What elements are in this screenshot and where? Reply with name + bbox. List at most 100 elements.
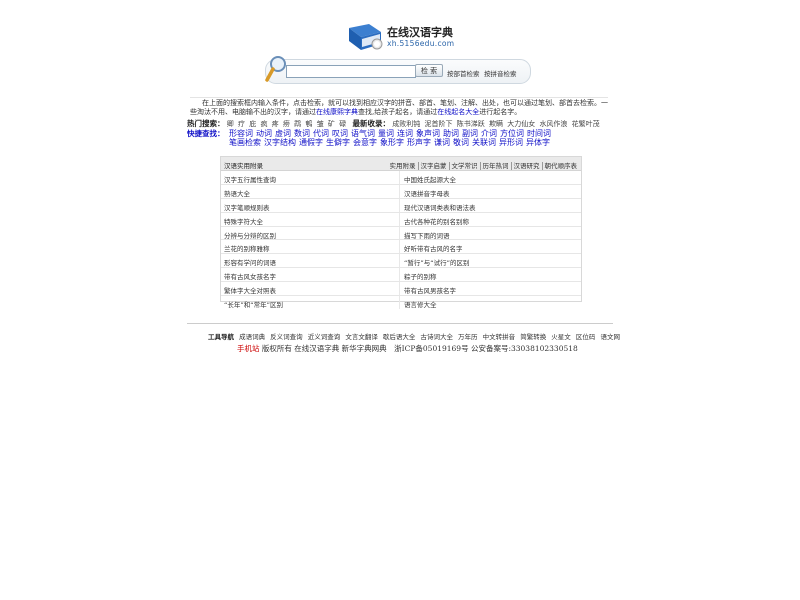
quick-link[interactable]: 异形词 — [499, 138, 523, 147]
tab-enlightenment[interactable]: 汉字启蒙 — [417, 162, 449, 170]
quick-link[interactable]: 形声字 — [407, 138, 431, 147]
recent-word[interactable]: 欺瞒 — [489, 120, 503, 128]
quick-link[interactable]: 副词 — [462, 129, 478, 138]
hot-word[interactable]: 疯 — [260, 120, 267, 128]
recent-word[interactable]: 水风作浪 — [539, 120, 567, 128]
quick-link[interactable]: 助词 — [443, 129, 459, 138]
quick-link[interactable]: 方位词 — [500, 129, 524, 138]
appendix-link[interactable]: 语言修大全 — [404, 299, 437, 309]
appendix-link[interactable]: 带有古风男孩名字 — [404, 285, 456, 295]
appendix-link[interactable]: 粽子的别称 — [404, 271, 437, 281]
hot-word[interactable]: 矿 — [328, 120, 335, 128]
appendix-link[interactable]: 熟语大全 — [224, 188, 250, 198]
quick-link[interactable]: 数词 — [294, 129, 310, 138]
quick-link[interactable]: 形容词 — [229, 129, 253, 138]
appendix-link[interactable]: 特殊字符大全 — [224, 216, 263, 226]
quick-link[interactable]: 象声词 — [416, 129, 440, 138]
tool-link[interactable]: 语文网 — [600, 333, 620, 341]
quick-link[interactable]: 象形字 — [380, 138, 404, 147]
naming-link[interactable]: 在线起名大全 — [437, 108, 479, 116]
appendix-link[interactable]: 形容有学问的词语 — [224, 257, 276, 267]
hot-word[interactable]: 鹌 — [305, 120, 312, 128]
quick-link[interactable]: 连词 — [397, 129, 413, 138]
appendix-link[interactable]: 汉字笔顺规则表 — [224, 202, 270, 212]
radical-search-link[interactable]: 按部首检索 — [447, 68, 480, 78]
recent-word[interactable]: 花繁叶茂 — [572, 120, 600, 128]
tool-link[interactable]: 中文转拼音 — [483, 333, 516, 341]
appendix-link[interactable]: “长年”和“常年”区别 — [224, 299, 283, 309]
mobile-site-link[interactable]: 手机站 — [237, 344, 260, 353]
tool-link[interactable]: 文言文翻译 — [345, 333, 378, 341]
hot-word[interactable]: 庇 — [249, 120, 256, 128]
table-row: 分辨与分辩的区别 描写下雨的词语 — [221, 226, 581, 241]
site-logo[interactable]: 在线汉语字典 xh.5156edu.com — [347, 20, 467, 54]
appendix-link[interactable]: 分辨与分辩的区别 — [224, 230, 276, 240]
quick-search-line-2: 笔画检索 汉字结构 通假字 生僻字 会意字 象形字 形声字 谦词 敬词 关联词 异形词 异体字 — [229, 138, 553, 147]
appendix-link[interactable]: 好听带有古风的名字 — [404, 243, 463, 253]
pinyin-search-link[interactable]: 按拼音检索 — [484, 68, 517, 78]
quick-search-label: 快捷查找： — [187, 129, 225, 138]
appendix-link[interactable]: 中国姓氏起源大全 — [404, 174, 456, 184]
recent-word[interactable]: 陈书涕跃 — [457, 120, 485, 128]
quick-link[interactable]: 异体字 — [526, 138, 550, 147]
table-row: 汉字笔顺规则表 现代汉语词类表和语法表 — [221, 198, 581, 213]
tool-link[interactable]: 成语词典 — [239, 333, 265, 341]
appendix-link[interactable]: 古代各种花的别名别称 — [404, 216, 469, 226]
tool-link[interactable]: 区位码 — [576, 333, 596, 341]
tab-dynasty[interactable]: 朝代顺序表 — [541, 162, 579, 170]
kangxi-dictionary-link[interactable]: 在线康熙字典 — [316, 108, 358, 116]
quick-link[interactable]: 介词 — [481, 129, 497, 138]
quick-link[interactable]: 量词 — [378, 129, 394, 138]
tool-link[interactable]: 歇后语大全 — [383, 333, 416, 341]
quick-search-line-1: 形容词 动词 虚词 数词 代词 叹词 语气词 量词 连词 象声词 助词 副词 介词 方位词 时间词 — [229, 129, 554, 138]
quick-link[interactable]: 代词 — [313, 129, 329, 138]
search-input[interactable] — [286, 65, 416, 78]
quick-link[interactable]: 笔画检索 — [229, 138, 261, 147]
quick-link[interactable]: 虚词 — [275, 129, 291, 138]
tool-link[interactable]: 近义词查询 — [308, 333, 341, 341]
copyright: 手机站 版权所有 在线汉语字典 新华字典网典 浙ICP备05019169号 公安… — [237, 343, 578, 354]
quick-link[interactable]: 叹词 — [332, 129, 348, 138]
hot-word[interactable]: 鹉 — [294, 120, 301, 128]
tool-link[interactable]: 简繁转换 — [520, 333, 546, 341]
table-row: 汉字五行属性查询 中国姓氏起源大全 — [221, 171, 581, 185]
search-button[interactable]: 检 索 — [415, 64, 443, 77]
tool-link[interactable]: 古诗词大全 — [420, 333, 453, 341]
recent-word[interactable]: 泥首阶下 — [425, 120, 453, 128]
appendix-link[interactable]: 汉字五行属性查询 — [224, 174, 276, 184]
quick-link[interactable]: 汉字结构 — [264, 138, 296, 147]
appendix-link[interactable]: 带有古风女孩名字 — [224, 271, 276, 281]
search-bar: 检 索 按部首检索 按拼音检索 — [265, 56, 531, 84]
appendix-link[interactable]: 现代汉语词类表和语法表 — [404, 202, 476, 212]
recent-word[interactable]: 大力仙女 — [507, 120, 535, 128]
quick-link[interactable]: 生僻字 — [326, 138, 350, 147]
appendix-link[interactable]: 兰花的别称雅称 — [224, 243, 270, 253]
tool-link[interactable]: 火星文 — [551, 333, 571, 341]
hot-word[interactable]: 痨 — [283, 120, 290, 128]
quick-link[interactable]: 动词 — [256, 129, 272, 138]
description-mid-text: 查找,给孩子起名，请通过 — [358, 108, 438, 116]
tab-appendix[interactable]: 实用附录 — [388, 162, 418, 170]
recent-word[interactable]: 成败利钝 — [392, 120, 420, 128]
hot-word[interactable]: 疗 — [238, 120, 245, 128]
quick-link[interactable]: 关联词 — [472, 138, 496, 147]
hot-word[interactable]: 卿 — [227, 120, 234, 128]
hot-word[interactable]: 皱 — [317, 120, 324, 128]
tab-research[interactable]: 汉语研究 — [510, 162, 542, 170]
appendix-link[interactable]: 描写下雨的词语 — [404, 230, 450, 240]
appendix-link[interactable]: 繁体字大全对照表 — [224, 285, 276, 295]
quick-link[interactable]: 会意字 — [353, 138, 377, 147]
appendix-link[interactable]: 汉语拼音字母表 — [404, 188, 450, 198]
tool-link[interactable]: 反义词查询 — [270, 333, 303, 341]
hot-word[interactable]: 碌 — [339, 120, 346, 128]
tool-link[interactable]: 万年历 — [458, 333, 478, 341]
quick-link[interactable]: 敬词 — [453, 138, 469, 147]
quick-link[interactable]: 语气词 — [351, 129, 375, 138]
hot-word[interactable]: 疼 — [272, 120, 279, 128]
tab-literature[interactable]: 文学常识 — [448, 162, 480, 170]
quick-link[interactable]: 通假字 — [299, 138, 323, 147]
tab-hot-words[interactable]: 历年热词 — [479, 162, 511, 170]
appendix-link[interactable]: “暂行”与“试行”的区别 — [404, 257, 469, 267]
quick-link[interactable]: 时间词 — [527, 129, 551, 138]
quick-link[interactable]: 谦词 — [434, 138, 450, 147]
